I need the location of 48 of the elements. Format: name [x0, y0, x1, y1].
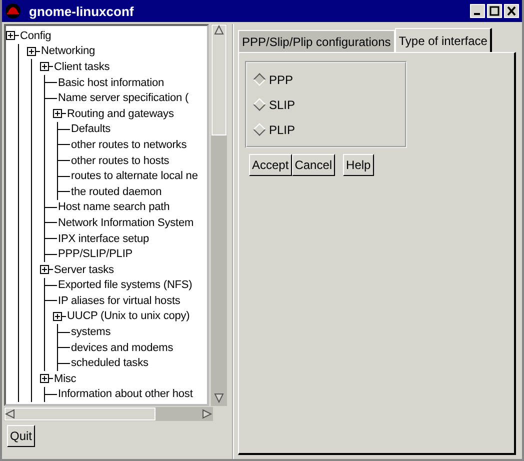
expander-icon[interactable]: [53, 312, 62, 321]
minimize-icon[interactable]: [470, 4, 485, 18]
tree-item[interactable]: the routed daemon: [70, 186, 162, 198]
dialog-button[interactable]: Accept: [249, 154, 292, 176]
radio-label: SLIP: [269, 98, 296, 112]
maximize-icon[interactable]: [487, 4, 502, 18]
tree-item[interactable]: Routing and gateways: [66, 108, 174, 120]
expander-icon[interactable]: [6, 31, 15, 40]
tree-item[interactable]: routes to alternate local ne: [70, 170, 198, 182]
tree-item[interactable]: Basic host information: [57, 76, 164, 89]
dialog-button[interactable]: Help: [343, 154, 374, 176]
tree-item[interactable]: Config: [19, 30, 52, 42]
quit-button[interactable]: Quit: [7, 425, 36, 447]
radio-button[interactable]: [253, 73, 266, 86]
tree-item[interactable]: IPX interface setup: [57, 232, 150, 245]
tree-item[interactable]: Name server specification (: [57, 92, 189, 104]
tree-item[interactable]: Misc: [53, 372, 76, 385]
tab[interactable]: PPP/Slip/Plip configurations: [238, 30, 395, 52]
horizontal-scrollbar[interactable]: [4, 407, 213, 421]
tree-item[interactable]: Network Information System: [57, 216, 194, 229]
tree-item[interactable]: Defaults: [70, 123, 111, 136]
tree-item[interactable]: Information about other host: [57, 388, 193, 400]
tree-item[interactable]: scheduled tasks: [70, 357, 148, 370]
tree-item[interactable]: Host name search path: [57, 201, 170, 214]
window-title: gnome-linuxconf: [29, 4, 135, 18]
expander-icon[interactable]: [27, 46, 36, 56]
tree-item[interactable]: UUCP (Unix to unix copy): [66, 310, 190, 322]
expander-icon[interactable]: [53, 109, 62, 118]
dialog-button[interactable]: Cancel: [292, 154, 336, 176]
tree-item[interactable]: Client tasks: [53, 60, 110, 73]
tree-item[interactable]: Server tasks: [53, 264, 114, 276]
expander-icon[interactable]: [40, 265, 49, 274]
radio-label: PLIP: [269, 122, 296, 136]
tab[interactable]: Type of interface: [394, 28, 492, 52]
close-icon[interactable]: [504, 4, 519, 18]
radio-label: PPP: [269, 72, 294, 86]
tree-item[interactable]: Exported file systems (NFS): [57, 279, 192, 292]
tree-item[interactable]: devices and modems: [70, 342, 174, 354]
tree-item[interactable]: IP aliases for virtual hosts: [57, 294, 180, 307]
tree-item[interactable]: systems: [70, 326, 111, 338]
hat-logo-icon: [5, 3, 21, 19]
tree-item[interactable]: other routes to networks: [70, 138, 187, 151]
expander-icon[interactable]: [40, 374, 49, 384]
vertical-scrollbar[interactable]: [211, 24, 227, 406]
tree-item[interactable]: Networking: [40, 45, 96, 58]
tree-item[interactable]: other routes to hosts: [70, 154, 170, 167]
tree-item[interactable]: PPP/SLIP/PLIP: [57, 248, 133, 260]
expander-icon[interactable]: [40, 62, 49, 72]
